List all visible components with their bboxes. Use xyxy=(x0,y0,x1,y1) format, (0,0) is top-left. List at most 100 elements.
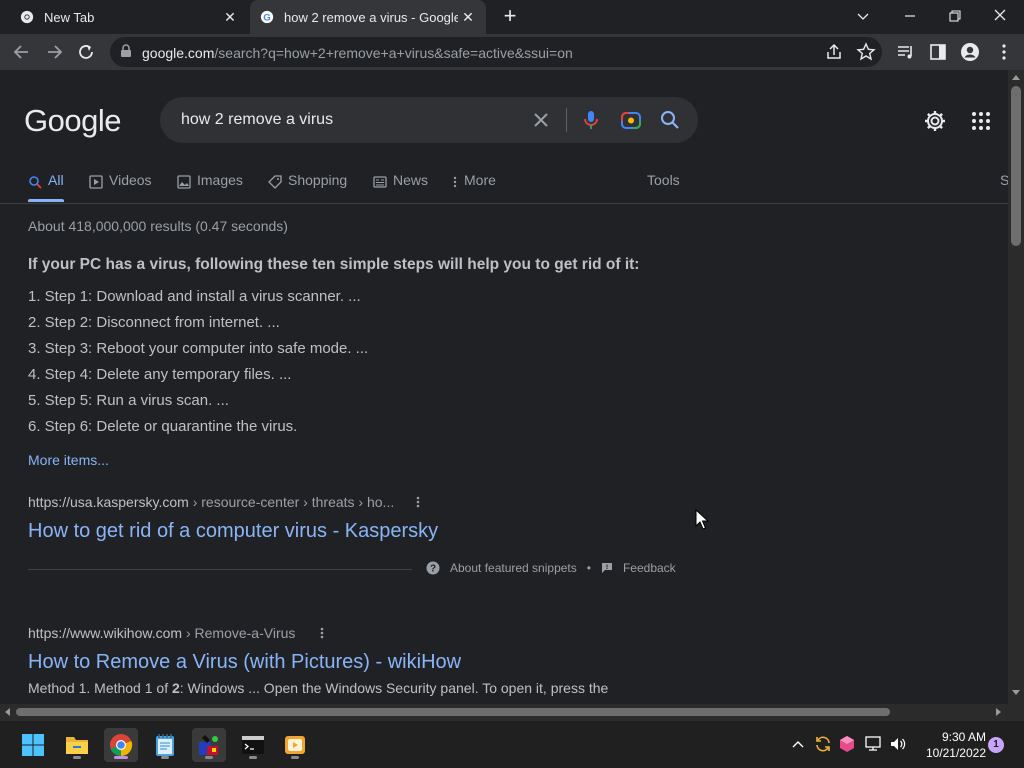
safesearch-label: S xyxy=(1000,172,1008,188)
scroll-right-icon[interactable] xyxy=(996,708,1002,716)
url-host: google.com xyxy=(142,45,215,61)
result-cite[interactable]: https://www.wikihow.com › Remove-a-Virus xyxy=(28,625,295,641)
google-g-icon: G xyxy=(260,10,274,24)
url-path: /search?q=how+2+remove+a+virus&safe=acti… xyxy=(214,45,573,61)
google-logo[interactable]: Google xyxy=(24,103,121,139)
result-menu-icon[interactable] xyxy=(415,495,421,509)
cite-path: › resource-center › threats › ho... xyxy=(188,494,395,510)
taskbar-app-media-player[interactable] xyxy=(278,728,312,762)
minimize-icon[interactable] xyxy=(903,9,917,23)
search-box[interactable]: how 2 remove a virus xyxy=(160,97,698,143)
taskbar-app-terminal[interactable] xyxy=(236,728,270,762)
tools-label: Tools xyxy=(647,172,680,188)
side-panel-icon[interactable] xyxy=(928,42,948,62)
address-bar[interactable]: google.com/search?q=how+2+remove+a+virus… xyxy=(110,37,882,67)
tab-more[interactable]: More xyxy=(452,172,496,204)
search-divider xyxy=(566,108,567,132)
clear-icon[interactable] xyxy=(530,109,552,131)
search-icon[interactable] xyxy=(659,109,681,131)
scroll-down-icon[interactable] xyxy=(1012,690,1020,696)
settings-gear-icon[interactable] xyxy=(923,109,947,133)
clock-date: 10/21/2022 xyxy=(925,746,986,760)
tab-new-tab[interactable]: New Tab ✕ xyxy=(8,0,248,34)
microphone-icon[interactable] xyxy=(580,109,602,131)
tab-strip: New Tab ✕ G how 2 remove a virus - Googl… xyxy=(0,0,1024,34)
result-title-link[interactable]: How to Remove a Virus (with Pictures) - … xyxy=(28,651,461,674)
restore-icon[interactable] xyxy=(948,9,962,23)
tools-button[interactable]: Tools xyxy=(647,172,680,204)
media-player-icon xyxy=(285,736,305,754)
tab-label: Videos xyxy=(109,172,152,188)
result-cite[interactable]: https://usa.kaspersky.com › resource-cen… xyxy=(28,494,394,510)
tab-close-icon[interactable]: ✕ xyxy=(220,9,240,26)
taskbar-app-notepad[interactable] xyxy=(148,728,182,762)
running-indicator xyxy=(73,756,81,759)
forward-icon[interactable] xyxy=(42,41,66,63)
tab-close-icon[interactable]: ✕ xyxy=(458,9,478,26)
cite-host: https://usa.kaspersky.com xyxy=(28,494,189,510)
result-stats: About 418,000,000 results (0.47 seconds) xyxy=(28,218,288,234)
mouse-cursor-icon xyxy=(695,509,709,530)
running-indicator xyxy=(291,756,299,759)
tab-images[interactable]: Images xyxy=(177,172,243,204)
taskbar-app-paint[interactable] xyxy=(192,728,226,762)
chrome-icon xyxy=(20,10,34,24)
horizontal-scrollbar[interactable] xyxy=(0,704,1008,720)
apps-grid-icon[interactable] xyxy=(971,111,991,131)
lock-icon[interactable] xyxy=(120,44,132,58)
back-icon[interactable] xyxy=(10,41,34,63)
browser-toolbar: google.com/search?q=how+2+remove+a+virus… xyxy=(0,34,1024,70)
scrollbar-thumb[interactable] xyxy=(16,708,890,716)
chevron-up-icon[interactable] xyxy=(791,739,805,749)
clock-time: 9:30 AM xyxy=(941,730,986,744)
system-clock[interactable]: 9:30 AM 10/21/2022 xyxy=(916,729,986,761)
featured-snippet-list: 1. Step 1: Download and install a virus … xyxy=(28,286,368,442)
tab-label: Images xyxy=(197,172,243,188)
scroll-up-icon[interactable] xyxy=(1012,74,1020,80)
chevron-down-icon[interactable] xyxy=(856,9,870,23)
notification-badge[interactable]: 1 xyxy=(988,737,1004,753)
taskbar-app-chrome[interactable] xyxy=(104,728,138,762)
tab-news[interactable]: News xyxy=(373,172,428,204)
tab-title: New Tab xyxy=(44,9,95,25)
result-menu-icon[interactable] xyxy=(319,626,325,640)
feedback-link[interactable]: Feedback xyxy=(623,561,676,575)
reload-icon[interactable] xyxy=(74,41,98,63)
cite-path: › Remove-a-Virus xyxy=(182,625,296,641)
share-icon[interactable] xyxy=(824,42,844,62)
tab-google-search[interactable]: G how 2 remove a virus - Google Search ✕ xyxy=(250,0,486,34)
desc-bold: 2 xyxy=(171,680,180,696)
profile-icon[interactable] xyxy=(960,42,980,62)
svg-text:G: G xyxy=(263,13,270,24)
more-vert-icon xyxy=(453,176,457,188)
close-icon[interactable] xyxy=(993,8,1007,22)
network-icon[interactable] xyxy=(864,736,882,752)
scrollbar-thumb[interactable] xyxy=(1011,86,1021,246)
list-item: 5. Step 5: Run a virus scan. ... xyxy=(28,392,229,409)
about-snippets-link[interactable]: About featured snippets xyxy=(450,561,577,575)
list-item: 6. Step 6: Delete or quarantine the viru… xyxy=(28,418,298,435)
tab-videos[interactable]: Videos xyxy=(89,172,152,204)
tray-app-icon[interactable] xyxy=(839,735,855,753)
list-item: 1. Step 1: Download and install a virus … xyxy=(28,288,361,305)
volume-icon[interactable] xyxy=(889,736,907,752)
lens-camera-icon[interactable] xyxy=(620,109,642,131)
sync-icon[interactable] xyxy=(814,735,832,753)
more-items-link[interactable]: More items... xyxy=(28,452,109,468)
running-indicator xyxy=(205,756,213,759)
tab-shopping[interactable]: Shopping xyxy=(268,172,347,204)
scroll-left-icon[interactable] xyxy=(4,708,10,716)
media-control-icon[interactable] xyxy=(896,42,916,62)
new-tab-button[interactable]: + xyxy=(498,4,522,28)
vertical-scrollbar[interactable] xyxy=(1008,70,1024,704)
result-title-link[interactable]: How to get rid of a computer virus - Kas… xyxy=(28,520,438,543)
feedback-icon xyxy=(601,563,612,573)
star-icon[interactable] xyxy=(856,42,876,62)
taskbar-app-file-explorer[interactable] xyxy=(60,728,94,762)
search-tabs: All Videos Images Shopping News More Too… xyxy=(0,172,1008,204)
safesearch-button[interactable]: S xyxy=(1000,172,1008,204)
search-input[interactable]: how 2 remove a virus xyxy=(181,111,333,129)
start-button[interactable] xyxy=(16,728,50,762)
tag-icon xyxy=(268,175,282,189)
menu-kebab-icon[interactable] xyxy=(994,42,1014,62)
